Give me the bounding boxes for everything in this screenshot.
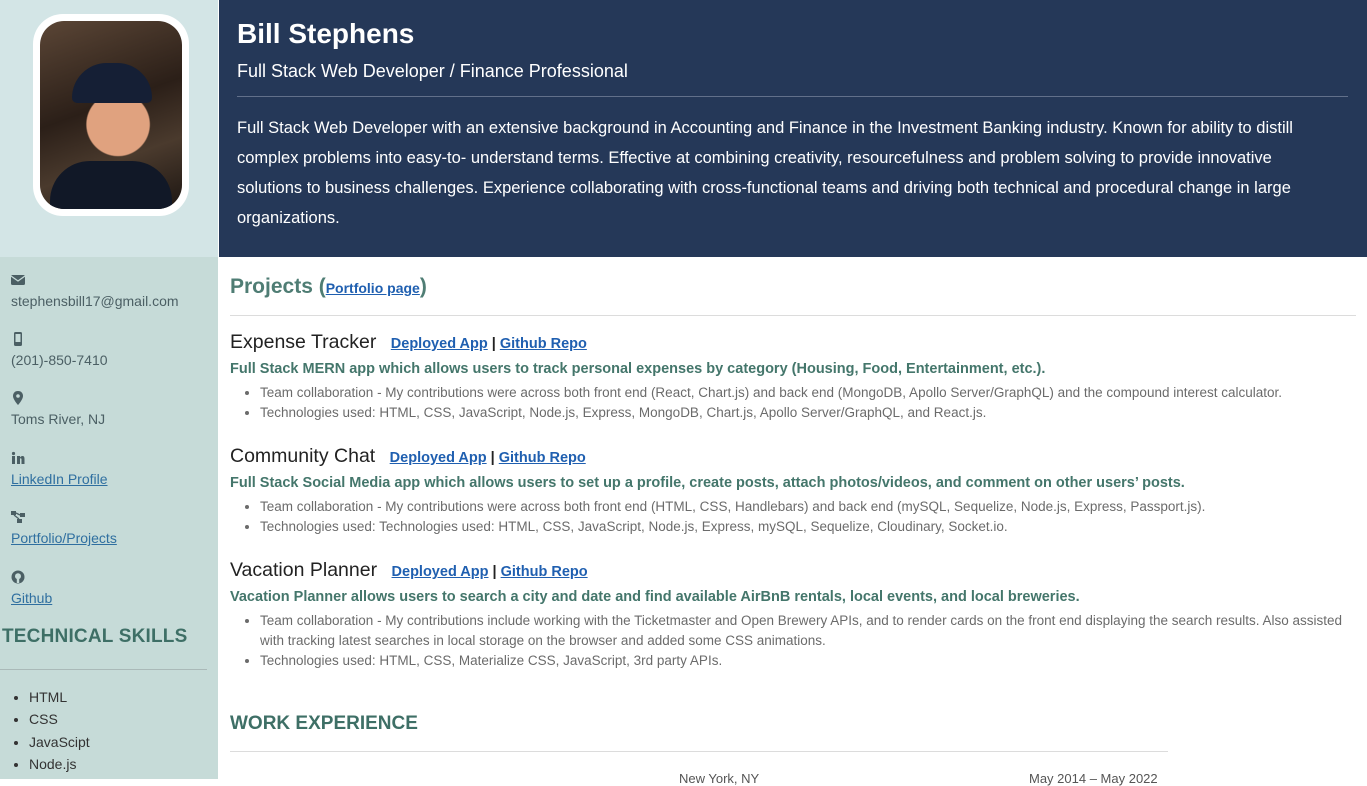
project-bullet: Team collaboration - My contributions we… (260, 383, 1356, 403)
profile-name: Bill Stephens (237, 18, 415, 49)
project-bullet: Technologies used: HTML, CSS, JavaScript… (260, 403, 1356, 423)
project-bullet: Technologies used: HTML, CSS, Materializ… (260, 651, 1356, 671)
profile-photo (40, 21, 182, 209)
phone-text: (201)-850-7410 (11, 352, 108, 368)
project-bullet: Technologies used: Technologies used: HT… (260, 517, 1356, 537)
work-divider (230, 751, 1168, 752)
projects-heading: Projects (Portfolio page) (230, 275, 427, 298)
deployed-app-link[interactable]: Deployed App (390, 450, 487, 466)
github-repo-link[interactable]: Github Repo (501, 564, 588, 580)
project-item: Expense Tracker Deployed App | Github Re… (230, 331, 1356, 423)
project-bullets: Team collaboration - My contributions we… (230, 383, 1356, 423)
sidebar: stephensbill17@gmail.com (201)-850-7410 … (0, 0, 218, 779)
project-description: Full Stack Social Media app which allows… (230, 475, 1185, 491)
linkedin-icon (11, 451, 25, 464)
header-divider (237, 96, 1348, 97)
projects-divider (230, 315, 1356, 316)
github-repo-link[interactable]: Github Repo (499, 450, 586, 466)
skill-item: CSS (29, 708, 90, 730)
project-description: Full Stack MERN app which allows users t… (230, 361, 1046, 377)
email-text: stephensbill17@gmail.com (11, 293, 179, 309)
project-description: Vacation Planner allows users to search … (230, 589, 1080, 605)
portfolio-page-link[interactable]: Portfolio page (326, 280, 420, 296)
skills-list: HTML CSS JavaScipt Node.js (11, 686, 90, 776)
deployed-app-link[interactable]: Deployed App (392, 564, 489, 580)
deployed-app-link[interactable]: Deployed App (391, 336, 488, 352)
location-text: Toms River, NJ (11, 411, 106, 427)
project-links: Deployed App | Github Repo (390, 336, 587, 352)
header: Bill Stephens Full Stack Web Developer /… (219, 0, 1367, 257)
github-icon (11, 570, 25, 584)
contact-github: Github (11, 570, 52, 606)
linkedin-profile-link[interactable]: LinkedIn Profile (11, 471, 108, 487)
map-marker-icon (13, 391, 23, 405)
profile-title: Full Stack Web Developer / Finance Profe… (237, 61, 628, 81)
project-item: Vacation Planner Deployed App | Github R… (230, 559, 1356, 671)
github-repo-link[interactable]: Github Repo (500, 336, 587, 352)
profile-photo-area (0, 0, 218, 257)
project-links: Deployed App | Github Repo (389, 450, 586, 466)
mobile-phone-icon (14, 332, 22, 346)
sitemap-icon (11, 511, 25, 523)
project-title: Community Chat (230, 445, 376, 467)
contact-phone: (201)-850-7410 (11, 332, 108, 368)
skills-divider (0, 669, 207, 670)
project-links: Deployed App | Github Repo (391, 564, 588, 580)
contact-linkedin: LinkedIn Profile (11, 451, 108, 487)
technical-skills-heading: TECHNICAL SKILLS (2, 626, 188, 647)
profile-photo-frame (33, 14, 189, 216)
project-bullet: Team collaboration - My contributions in… (260, 611, 1356, 651)
skill-item: JavaScipt (29, 731, 90, 753)
project-bullet: Team collaboration - My contributions we… (260, 497, 1356, 517)
profile-summary: Full Stack Web Developer with an extensi… (237, 119, 1293, 227)
github-link[interactable]: Github (11, 590, 52, 606)
project-title: Expense Tracker (230, 331, 377, 353)
envelope-icon (11, 275, 25, 285)
contact-portfolio: Portfolio/Projects (11, 510, 117, 546)
portfolio-projects-link[interactable]: Portfolio/Projects (11, 530, 117, 546)
project-bullets: Team collaboration - My contributions we… (230, 497, 1356, 537)
contact-email: stephensbill17@gmail.com (11, 273, 179, 309)
work-experience-heading: WORK EXPERIENCE (230, 713, 418, 734)
project-item: Community Chat Deployed App | Github Rep… (230, 445, 1356, 537)
project-title: Vacation Planner (230, 559, 378, 581)
skill-item: Node.js (29, 753, 90, 775)
contact-location: Toms River, NJ (11, 391, 105, 427)
project-bullets: Team collaboration - My contributions in… (230, 611, 1356, 671)
skill-item: HTML (29, 686, 90, 708)
